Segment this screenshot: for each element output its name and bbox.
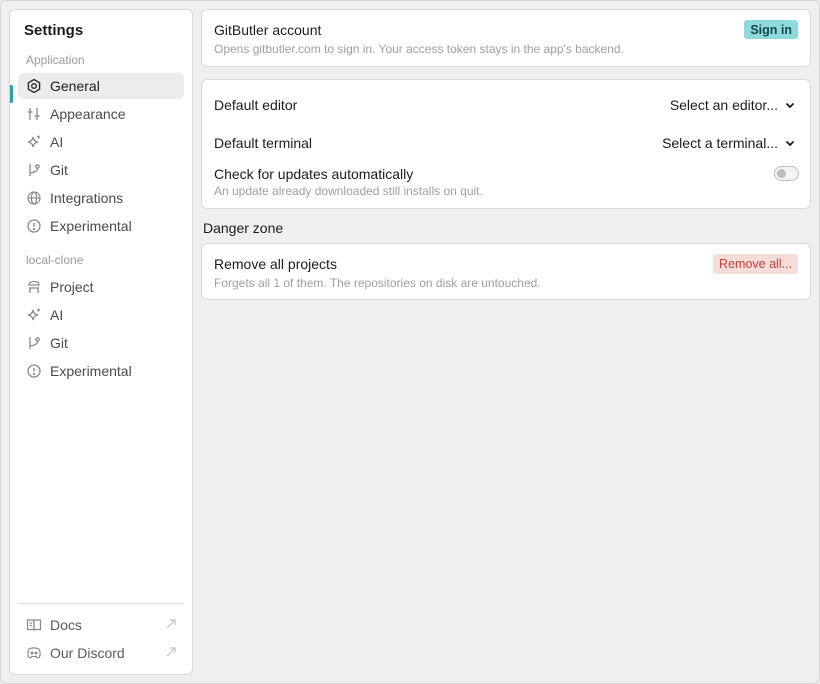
preferences-card: Default editor Select an editor... Defau… xyxy=(201,79,811,209)
docs-label: Docs xyxy=(50,617,82,633)
remove-projects-description: Forgets all 1 of them. The repositories … xyxy=(214,276,541,290)
auto-update-toggle[interactable] xyxy=(774,166,799,181)
remove-all-button[interactable]: Remove all... xyxy=(713,254,798,274)
danger-card: Remove all projects Forgets all 1 of the… xyxy=(201,243,811,300)
sidebar-item-label: Integrations xyxy=(50,190,124,206)
discord-label: Our Discord xyxy=(50,645,125,661)
sidebar-item-label: Experimental xyxy=(50,363,132,379)
project-icon xyxy=(26,279,42,295)
danger-zone-heading: Danger zone xyxy=(203,220,284,236)
sidebar-item-label: Experimental xyxy=(50,218,132,234)
chevron-down-icon xyxy=(785,102,795,109)
sliders-icon xyxy=(26,106,42,122)
external-link-icon xyxy=(166,619,176,629)
sidebar-item-project[interactable]: Project xyxy=(18,274,184,300)
sidebar-item-label: Project xyxy=(50,279,94,295)
section-label-application: Application xyxy=(26,53,85,67)
sidebar-item-appearance[interactable]: Appearance xyxy=(18,101,184,127)
book-icon xyxy=(26,617,42,633)
sign-in-button[interactable]: Sign in xyxy=(744,20,798,39)
sidebar-item-project-ai[interactable]: AI xyxy=(18,302,184,328)
sidebar-item-experimental[interactable]: Experimental xyxy=(18,213,184,239)
git-branch-icon xyxy=(26,162,42,178)
sidebar-item-label: Git xyxy=(50,162,68,178)
gear-hexagon-icon xyxy=(26,78,42,94)
sidebar-item-label: AI xyxy=(50,134,64,150)
sparkle-icon xyxy=(26,134,42,150)
chevron-down-icon xyxy=(785,140,795,147)
auto-update-description: An update already downloaded still insta… xyxy=(214,184,483,198)
account-description: Opens gitbutler.com to sign in. Your acc… xyxy=(214,42,624,56)
discord-link[interactable]: Our Discord xyxy=(18,640,184,666)
sidebar-title: Settings xyxy=(24,22,84,39)
sidebar-item-project-git[interactable]: Git xyxy=(18,330,184,356)
toggle-knob xyxy=(777,169,786,178)
sidebar-item-general[interactable]: General xyxy=(18,73,184,99)
account-card: GitButler account Opens gitbutler.com to… xyxy=(201,9,811,67)
sidebar-item-label: Git xyxy=(50,335,68,351)
terminal-select-value: Select a terminal... xyxy=(662,135,778,151)
default-terminal-label: Default terminal xyxy=(214,135,313,151)
terminal-select[interactable]: Select a terminal... xyxy=(662,133,796,153)
editor-select[interactable]: Select an editor... xyxy=(670,95,796,115)
active-indicator xyxy=(10,85,13,103)
section-label-project: local-clone xyxy=(26,253,84,267)
editor-select-value: Select an editor... xyxy=(669,97,778,113)
sparkle-icon xyxy=(26,307,42,323)
default-editor-label: Default editor xyxy=(214,97,298,113)
sidebar-item-label: General xyxy=(50,78,100,94)
account-title: GitButler account xyxy=(214,22,322,38)
sidebar-item-git[interactable]: Git xyxy=(18,157,184,183)
remove-projects-title: Remove all projects xyxy=(214,256,337,272)
sidebar-item-ai[interactable]: AI xyxy=(18,129,184,155)
external-link-icon xyxy=(166,647,176,657)
sidebar-item-label: Appearance xyxy=(50,106,126,122)
sidebar-item-project-experimental[interactable]: Experimental xyxy=(18,358,184,384)
alert-circle-icon xyxy=(26,218,42,234)
sidebar-item-label: AI xyxy=(50,307,64,323)
sidebar-item-integrations[interactable]: Integrations xyxy=(18,185,184,211)
auto-update-label: Check for updates automatically xyxy=(214,166,414,182)
discord-icon xyxy=(26,645,42,661)
git-branch-icon xyxy=(26,335,42,351)
docs-link[interactable]: Docs xyxy=(18,612,184,638)
sidebar-divider xyxy=(18,603,184,604)
globe-icon xyxy=(26,190,42,206)
settings-sidebar: Settings Application General Appearance … xyxy=(9,9,193,675)
alert-circle-icon xyxy=(26,363,42,379)
